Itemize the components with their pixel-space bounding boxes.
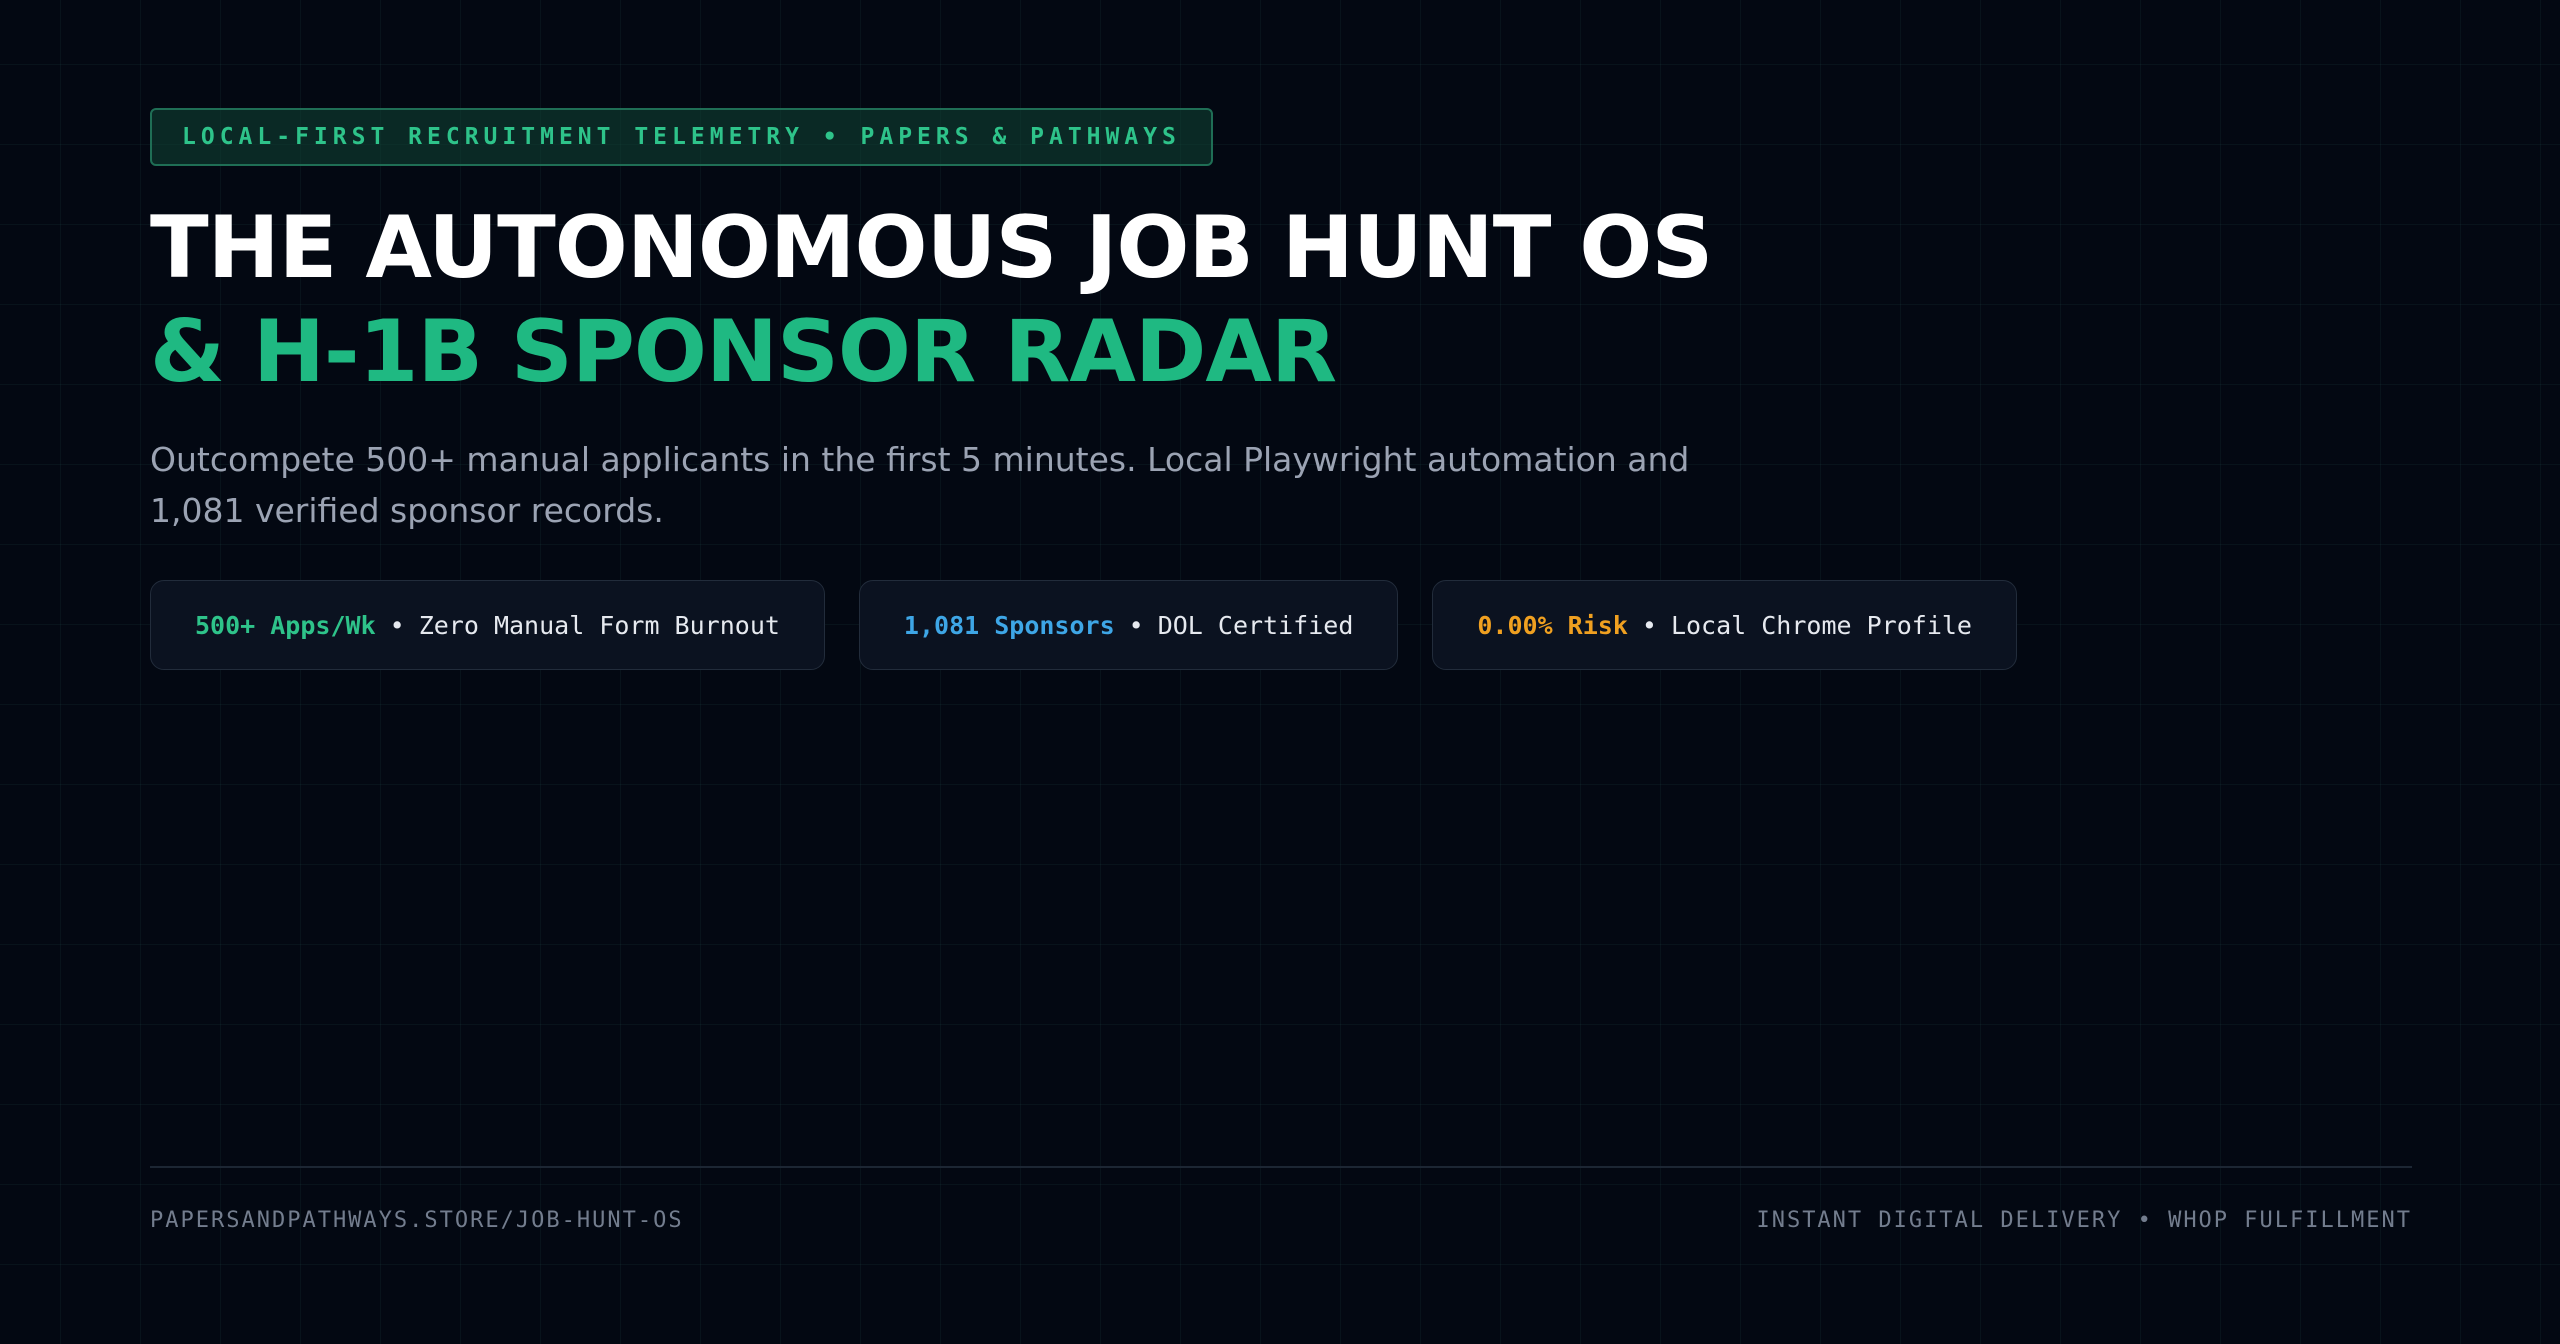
subtitle: Outcompete 500+ manual applicants in the… xyxy=(150,440,1690,530)
kicker-badge: LOCAL-FIRST RECRUITMENT TELEMETRY • PAPE… xyxy=(150,108,1213,166)
stat-pill-sponsors: 1,081 Sponsors • DOL Certified xyxy=(858,580,1399,670)
stat-pill-risk: 0.00% Risk • Local Chrome Profile xyxy=(1432,580,2017,670)
stat-separator: • xyxy=(389,610,405,640)
footer-delivery-note: INSTANT DIGITAL DELIVERY • WHOP FULFILLM… xyxy=(1756,1208,2412,1233)
stat-highlight: 0.00% Risk xyxy=(1477,610,1628,640)
stat-text: Local Chrome Profile xyxy=(1670,610,1972,640)
stat-separator: • xyxy=(1128,610,1144,640)
stat-highlight: 500+ Apps/Wk xyxy=(195,610,376,640)
footer-url: PAPERSANDPATHWAYS.STORE/JOB-HUNT-OS xyxy=(150,1208,684,1233)
stat-separator: • xyxy=(1641,610,1657,640)
footer: PAPERSANDPATHWAYS.STORE/JOB-HUNT-OS INST… xyxy=(150,1166,2412,1233)
stats-row: 500+ Apps/Wk • Zero Manual Form Burnout … xyxy=(150,580,2412,670)
page-title: THE AUTONOMOUS JOB HUNT OS & H-1B SPONSO… xyxy=(150,196,2412,404)
stat-highlight: 1,081 Sponsors xyxy=(903,610,1115,640)
headline-line-2: & H-1B SPONSOR RADAR xyxy=(150,302,1337,402)
headline-line-1: THE AUTONOMOUS JOB HUNT OS xyxy=(150,198,1713,298)
stat-pill-applications: 500+ Apps/Wk • Zero Manual Form Burnout xyxy=(150,580,825,670)
stat-text: DOL Certified xyxy=(1157,610,1354,640)
stat-text: Zero Manual Form Burnout xyxy=(418,610,780,640)
hero: LOCAL-FIRST RECRUITMENT TELEMETRY • PAPE… xyxy=(150,108,2412,670)
